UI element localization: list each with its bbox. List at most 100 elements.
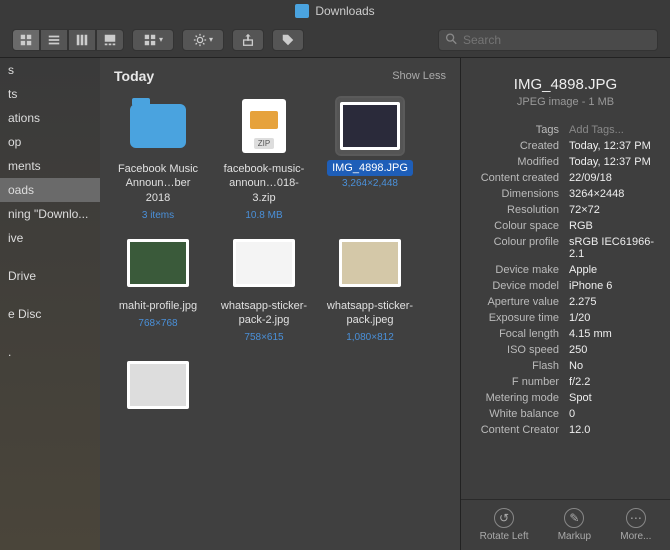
- info-key: Device make: [473, 264, 559, 276]
- share-button[interactable]: [232, 29, 264, 51]
- column-view-button[interactable]: [68, 29, 96, 51]
- list-view-button[interactable]: [40, 29, 68, 51]
- folder-icon: [295, 4, 309, 18]
- info-row: Tags Add Tags...: [473, 122, 658, 138]
- action-button[interactable]: ⋯ More...: [620, 508, 651, 542]
- view-mode-segment[interactable]: [12, 29, 124, 51]
- file-item[interactable]: whatsapp-sticker-pack-2.jpg 758×615: [214, 231, 314, 348]
- info-value: iPhone 6: [569, 280, 658, 292]
- info-value: f/2.2: [569, 376, 658, 388]
- search-field[interactable]: [438, 29, 658, 51]
- window-title: Downloads: [315, 4, 374, 18]
- info-value[interactable]: Add Tags...: [569, 124, 658, 136]
- action-dropdown[interactable]: ▾: [182, 29, 224, 51]
- info-row: Focal length 4.15 mm: [473, 326, 658, 342]
- info-filename: IMG_4898.JPG: [469, 76, 662, 93]
- info-row: Dimensions3264×2448: [473, 186, 658, 202]
- info-key: F number: [473, 376, 559, 388]
- info-value: 22/09/18: [569, 172, 658, 184]
- info-row: Exposure time 1/20: [473, 310, 658, 326]
- file-name: IMG_4898.JPG: [327, 160, 413, 176]
- info-row: White balance0: [473, 406, 658, 422]
- info-key: ISO speed: [473, 344, 559, 356]
- file-grid: Facebook Music Announ…ber 20183 itemsfac…: [100, 90, 460, 434]
- file-name: Facebook Music Announ…ber 2018: [112, 160, 204, 207]
- info-key: Flash: [473, 360, 559, 372]
- file-item[interactable]: facebook-music-announ…018-3.zip10.8 MB: [214, 94, 314, 225]
- file-item[interactable]: [108, 353, 208, 430]
- info-panel: IMG_4898.JPG JPEG image - 1 MB Tags Add T…: [460, 58, 670, 550]
- info-value: 4.15 mm: [569, 328, 658, 340]
- sidebar-item[interactable]: ments: [0, 154, 100, 178]
- info-value: RGB: [569, 220, 658, 232]
- info-key: Aperture value: [473, 296, 559, 308]
- sidebar-item[interactable]: ning "Downlo...: [0, 202, 100, 226]
- icon-view-button[interactable]: [12, 29, 40, 51]
- info-row: ModifiedToday, 12:37 PM: [473, 154, 658, 170]
- info-value: 2.275: [569, 296, 658, 308]
- info-value: 72×72: [569, 204, 658, 216]
- info-row: Colour profile sRGB IEC61966-2.1: [473, 234, 658, 262]
- info-key: Exposure time: [473, 312, 559, 324]
- action-button[interactable]: ✎Markup: [558, 508, 591, 542]
- gallery-view-button[interactable]: [96, 29, 124, 51]
- file-item[interactable]: mahit-profile.jpg 768×768: [108, 231, 208, 348]
- action-label: Rotate Left: [480, 531, 529, 542]
- info-value: 0: [569, 408, 658, 420]
- info-key: Tags: [473, 124, 559, 136]
- info-value: 12.0: [569, 424, 658, 436]
- file-name: whatsapp-sticker-pack-2.jpg: [218, 297, 310, 330]
- main-content: Today Show Less Facebook Music Announ…be…: [100, 58, 460, 550]
- sidebar-item[interactable]: op: [0, 130, 100, 154]
- sidebar-item[interactable]: oads: [0, 178, 100, 202]
- info-key: Content created: [473, 172, 559, 184]
- info-key: Dimensions: [473, 188, 559, 200]
- file-name: [112, 419, 204, 423]
- info-value: Spot: [569, 392, 658, 404]
- info-kind: JPEG image - 1 MB: [469, 96, 662, 108]
- group-dropdown[interactable]: ▾: [132, 29, 174, 51]
- info-value: Today, 12:37 PM: [569, 140, 658, 152]
- info-row: Resolution72×72: [473, 202, 658, 218]
- tags-button[interactable]: [272, 29, 304, 51]
- rotate-lefticon: ↺: [494, 508, 514, 528]
- titlebar: Downloads: [0, 0, 670, 22]
- file-meta: 3,264×2,448: [324, 178, 416, 189]
- info-key: Colour profile: [473, 236, 559, 260]
- info-key: Device model: [473, 280, 559, 292]
- info-key: Focal length: [473, 328, 559, 340]
- file-meta: 768×768: [112, 318, 204, 329]
- action-label: More...: [620, 531, 651, 542]
- sidebar-item[interactable]: ts: [0, 82, 100, 106]
- info-value: sRGB IEC61966-2.1: [569, 236, 658, 260]
- search-input[interactable]: [438, 29, 658, 51]
- info-row: ISO speed 250: [473, 342, 658, 358]
- file-item[interactable]: Facebook Music Announ…ber 20183 items: [108, 94, 208, 225]
- action-button[interactable]: ↺ Rotate Left: [480, 508, 529, 542]
- sidebar-item[interactable]: ations: [0, 106, 100, 130]
- info-row: Aperture value 2.275: [473, 294, 658, 310]
- info-metadata: TagsAdd Tags...CreatedToday, 12:37 PMMod…: [461, 122, 670, 499]
- file-item[interactable]: whatsapp-sticker-pack.jpeg 1,080×812: [320, 231, 420, 348]
- file-meta: 10.8 MB: [218, 210, 310, 221]
- sidebar: stsationsopmentsoadsning "Downlo...ive Dr…: [0, 58, 100, 550]
- info-value: 1/20: [569, 312, 658, 324]
- sidebar-item[interactable]: .: [0, 340, 100, 364]
- sidebar-item[interactable]: s: [0, 58, 100, 82]
- info-row: Colour spaceRGB: [473, 218, 658, 234]
- more-icon: ⋯: [626, 508, 646, 528]
- sidebar-item[interactable]: ive: [0, 226, 100, 250]
- file-item[interactable]: IMG_4898.JPG 3,264×2,448: [320, 94, 420, 225]
- section-heading: Today: [114, 68, 154, 84]
- markupicon: ✎: [564, 508, 584, 528]
- show-less-button[interactable]: Show Less: [392, 70, 446, 82]
- file-meta: 758×615: [218, 332, 310, 343]
- sidebar-item[interactable]: e Disc: [0, 302, 100, 326]
- info-value: 250: [569, 344, 658, 356]
- file-meta: 1,080×812: [324, 332, 416, 343]
- info-row: F number f/2.2: [473, 374, 658, 390]
- file-name: whatsapp-sticker-pack.jpeg: [324, 297, 416, 330]
- sidebar-item[interactable]: Drive: [0, 264, 100, 288]
- info-row: Device makeApple: [473, 262, 658, 278]
- file-name: mahit-profile.jpg: [112, 297, 204, 315]
